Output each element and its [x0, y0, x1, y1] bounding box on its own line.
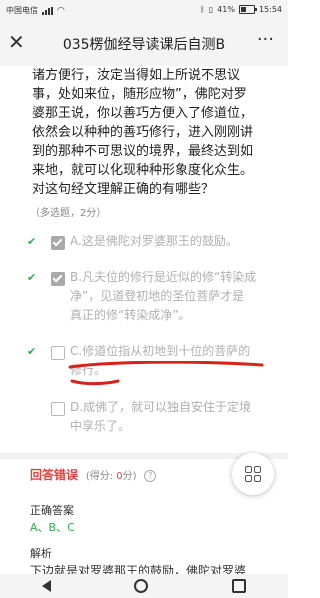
question-line: 婆那王说，你以善巧方便入了修道位， — [32, 106, 254, 121]
vibrate-icon: ▯ — [208, 5, 214, 14]
option-d-text: D.成佛了，就可以独自安住于定境 中享乐了。 — [70, 400, 252, 433]
question-line: 依然会以种种的善巧修行，进入刚刚讲 — [32, 125, 254, 140]
question-line: 来地，就可以化现种种形象度化众生。 — [32, 163, 254, 178]
option-a-text: A.这是佛陀对罗婆那王的鼓励。 — [70, 234, 238, 248]
option-b-text: B.凡夫位的修行是近似的修“转染成 净”，见道登初地的圣位菩萨才是 真正的修“转… — [70, 270, 257, 322]
option-d-checkbox[interactable] — [51, 402, 65, 416]
home-icon[interactable] — [134, 579, 149, 593]
correct-check-icon: ✔ — [27, 235, 37, 248]
option-a-checkbox[interactable] — [51, 236, 65, 250]
battery-icon — [238, 5, 257, 14]
option-c-checkbox[interactable] — [51, 346, 65, 360]
info-icon[interactable]: ? — [144, 470, 157, 482]
analysis-label: 解析 — [30, 547, 52, 560]
question-line: 对这句经文理解正确的有哪些？ — [32, 182, 215, 197]
result-status: 回答错误 — [30, 468, 79, 482]
recent-apps-icon[interactable] — [232, 579, 247, 593]
wifi-icon: ◠ — [57, 5, 65, 16]
correct-answer-value: A、B、C — [30, 521, 75, 534]
result-summary: 回答错误 (得分: 0分) ? — [30, 466, 157, 483]
option-c-text: C.修道位指从初地到十位的菩萨的 修行。 — [70, 344, 251, 377]
option-b-checkbox[interactable] — [51, 272, 65, 286]
question-line: 诸方便行，汝定当得如上所说不思议 — [32, 68, 241, 83]
header: ✕ 035楞伽经导读课后自测B ··· — [0, 20, 288, 66]
status-right: ᛒ ▯ 41% 15:54 — [200, 5, 282, 14]
score-text: (得分: 0分) — [85, 471, 137, 482]
more-icon[interactable]: ··· — [257, 29, 274, 50]
page-title: 035楞伽经导读课后自测B — [62, 37, 226, 53]
correct-check-icon: ✔ — [27, 345, 37, 358]
answer-sheet-button[interactable] — [232, 453, 274, 495]
question-text: 诸方便行，汝定当得如上所说不思议 事，处如来位，随形应物”，佛陀对罗 婆那王说，… — [32, 66, 288, 199]
analysis-text: 下边就是对罗婆那王的鼓励，佛陀对罗婆 — [30, 564, 247, 574]
signal-icon — [42, 6, 53, 15]
question-line: 到的那种不可思议的境界，最终达到如 — [32, 144, 254, 159]
grid-icon — [245, 466, 261, 482]
battery-percent: 41% — [217, 5, 235, 14]
status-left: 中国电信 ◠ — [6, 5, 65, 16]
system-nav-bar — [0, 574, 288, 598]
status-bar: 中国电信 ◠ ᛒ ▯ 41% 15:54 — [0, 0, 288, 20]
clock-time: 15:54 — [258, 5, 282, 14]
correct-check-icon: ✔ — [27, 271, 37, 284]
bluetooth-icon: ᛒ — [199, 5, 205, 14]
correct-answer-label: 正确答案 — [30, 504, 74, 517]
question-type: （多选题，2分） — [30, 208, 107, 219]
back-icon[interactable] — [41, 580, 51, 592]
carrier-label: 中国电信 — [6, 6, 38, 15]
question-line: 事，处如来位，随形应物”，佛陀对罗 — [32, 87, 247, 102]
